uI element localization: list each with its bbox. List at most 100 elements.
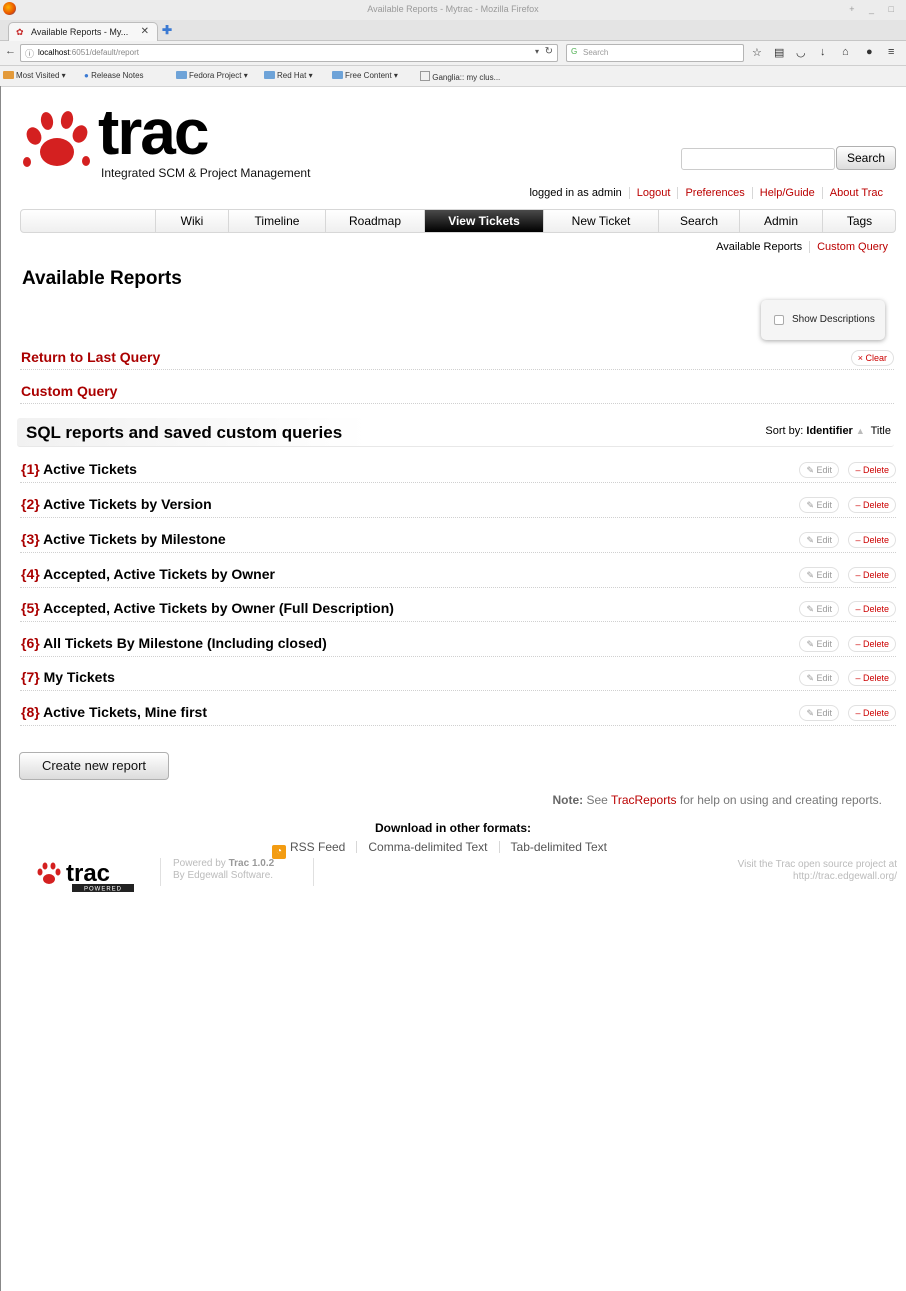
- tab-close-icon[interactable]: ✕: [141, 26, 149, 37]
- edit-report-button[interactable]: ✎ Edit: [799, 670, 839, 686]
- trac-website-link[interactable]: http://trac.edgewall.org/: [793, 871, 897, 882]
- preferences-link[interactable]: Preferences: [685, 187, 744, 199]
- report-link[interactable]: {6} All Tickets By Milestone (Including …: [21, 635, 327, 651]
- report-row: {2} Active Tickets by Version ✎ Edit – D…: [20, 493, 896, 518]
- pocket-icon[interactable]: ◡: [796, 46, 806, 59]
- chat-icon[interactable]: ●: [866, 46, 873, 58]
- url-bar[interactable]: ⓘ localhost:6051/default/report ▾ ↻: [20, 44, 558, 62]
- csv-link[interactable]: Comma-delimited Text: [368, 840, 487, 854]
- help-guide-link[interactable]: Help/Guide: [760, 187, 815, 199]
- nav-tags[interactable]: Tags: [822, 210, 896, 232]
- folder-icon: [3, 71, 14, 79]
- about-trac-link[interactable]: About Trac: [830, 187, 883, 199]
- bookmark-star-icon[interactable]: ☆: [752, 46, 762, 59]
- edit-report-button[interactable]: ✎ Edit: [799, 636, 839, 652]
- nav-admin[interactable]: Admin: [739, 210, 822, 232]
- custom-query-link[interactable]: Custom Query: [21, 383, 117, 399]
- report-row: {8} Active Tickets, Mine first ✎ Edit – …: [20, 701, 896, 726]
- trac-search-button[interactable]: Search: [836, 146, 896, 170]
- trac-version-link[interactable]: Trac 1.0.2: [229, 858, 275, 869]
- nav-search[interactable]: Search: [658, 210, 739, 232]
- window-controls[interactable]: + _ □: [849, 4, 900, 14]
- report-link[interactable]: {8} Active Tickets, Mine first: [21, 704, 207, 720]
- create-new-report-button[interactable]: Create new report: [19, 752, 169, 780]
- site-info-icon[interactable]: ⓘ: [25, 47, 34, 60]
- show-descriptions-checkbox[interactable]: [774, 315, 784, 325]
- sort-identifier-link[interactable]: Identifier: [806, 425, 852, 437]
- svg-text:POWERED: POWERED: [84, 887, 122, 893]
- url-dropdown-icon[interactable]: ▾: [535, 47, 539, 56]
- report-link[interactable]: {4} Accepted, Active Tickets by Owner: [21, 566, 275, 582]
- trac-search-input[interactable]: [681, 148, 835, 170]
- tsv-link[interactable]: Tab-delimited Text: [511, 840, 608, 854]
- bookmark-free-content[interactable]: Free Content ▾: [332, 71, 398, 80]
- show-descriptions-toggle[interactable]: Show Descriptions: [761, 300, 885, 340]
- edit-report-button[interactable]: ✎ Edit: [799, 462, 839, 478]
- bookmark-red-hat[interactable]: Red Hat ▾: [264, 71, 313, 80]
- reload-icon[interactable]: ↻: [545, 46, 553, 57]
- edit-report-button[interactable]: ✎ Edit: [799, 705, 839, 721]
- report-link[interactable]: {1} Active Tickets: [21, 461, 137, 477]
- return-to-last-query-link[interactable]: Return to Last Query: [21, 349, 160, 365]
- page-title: Available Reports: [22, 268, 182, 289]
- nav-view-tickets[interactable]: View Tickets: [424, 210, 543, 232]
- edgewall-link[interactable]: By Edgewall Software.: [173, 870, 273, 881]
- rss-icon: ◔: [272, 845, 286, 859]
- trac-powered-logo-icon[interactable]: trac POWERED: [36, 857, 136, 893]
- browser-navbar: ← ⓘ localhost:6051/default/report ▾ ↻ G …: [0, 41, 906, 66]
- downloads-icon[interactable]: ↓: [820, 46, 826, 58]
- fedora-icon: ●: [84, 71, 89, 80]
- ctx-custom-query-link[interactable]: Custom Query: [809, 241, 888, 253]
- clear-button[interactable]: × Clear: [850, 350, 894, 366]
- edit-report-button[interactable]: ✎ Edit: [799, 601, 839, 617]
- trac-logo-text[interactable]: trac: [98, 100, 209, 164]
- logged-in-user: logged in as admin: [529, 187, 622, 199]
- bookmark-release-notes[interactable]: ● Release Notes: [84, 71, 144, 80]
- browser-search-field[interactable]: G Search: [566, 44, 744, 62]
- edit-report-button[interactable]: ✎ Edit: [799, 497, 839, 513]
- logout-link[interactable]: Logout: [637, 187, 671, 199]
- return-last-query-row: Return to Last Query × Clear: [20, 347, 894, 370]
- custom-query-row: Custom Query: [20, 381, 894, 404]
- edit-report-button[interactable]: ✎ Edit: [799, 532, 839, 548]
- menu-icon[interactable]: ≡: [888, 46, 894, 58]
- main-navigation: Wiki Timeline Roadmap View Tickets New T…: [20, 209, 896, 233]
- sort-title-link[interactable]: Title: [871, 425, 891, 437]
- delete-report-button[interactable]: – Delete: [848, 497, 896, 513]
- report-row: {3} Active Tickets by Milestone ✎ Edit –…: [20, 528, 896, 553]
- report-link[interactable]: {5} Accepted, Active Tickets by Owner (F…: [21, 600, 394, 616]
- bookmarks-toolbar: Most Visited ▾ ● Release Notes Fedora Pr…: [0, 66, 906, 87]
- search-engine-icon[interactable]: G: [571, 47, 577, 56]
- report-link[interactable]: {3} Active Tickets by Milestone: [21, 531, 226, 547]
- home-icon[interactable]: ⌂: [842, 46, 849, 58]
- reading-list-icon[interactable]: ▤: [774, 46, 784, 59]
- delete-report-button[interactable]: – Delete: [848, 462, 896, 478]
- sql-reports-heading: SQL reports and saved custom queries: [26, 423, 343, 442]
- nav-roadmap[interactable]: Roadmap: [325, 210, 424, 232]
- meta-navigation: logged in as admin Logout Preferences Help/…: [0, 187, 890, 199]
- nav-timeline[interactable]: Timeline: [228, 210, 325, 232]
- show-descriptions-label: Show Descriptions: [792, 314, 875, 325]
- bookmark-ganglia[interactable]: Ganglia:: my clus...: [420, 71, 500, 82]
- delete-report-button[interactable]: – Delete: [848, 670, 896, 686]
- report-link[interactable]: {7} My Tickets: [21, 669, 115, 685]
- delete-report-button[interactable]: – Delete: [848, 601, 896, 617]
- delete-report-button[interactable]: – Delete: [848, 567, 896, 583]
- folder-icon: [332, 71, 343, 79]
- delete-report-button[interactable]: – Delete: [848, 532, 896, 548]
- bookmark-most-visited[interactable]: Most Visited ▾: [3, 71, 66, 80]
- delete-report-button[interactable]: – Delete: [848, 636, 896, 652]
- delete-report-button[interactable]: – Delete: [848, 705, 896, 721]
- back-icon[interactable]: ←: [5, 45, 16, 57]
- rss-feed-link[interactable]: ◔ RSS Feed: [272, 840, 345, 859]
- nav-wiki[interactable]: Wiki: [155, 210, 228, 232]
- new-tab-icon[interactable]: ✚: [162, 23, 172, 37]
- trac-paw-logo-icon[interactable]: [22, 106, 92, 176]
- trac-reports-link[interactable]: TracReports: [611, 793, 677, 807]
- report-link[interactable]: {2} Active Tickets by Version: [21, 496, 212, 512]
- nav-new-ticket[interactable]: New Ticket: [543, 210, 658, 232]
- browser-tab-active[interactable]: ✿ Available Reports - My... ✕: [8, 22, 158, 41]
- bookmark-fedora-project[interactable]: Fedora Project ▾: [176, 71, 248, 80]
- window-left-border: [0, 86, 1, 1291]
- edit-report-button[interactable]: ✎ Edit: [799, 567, 839, 583]
